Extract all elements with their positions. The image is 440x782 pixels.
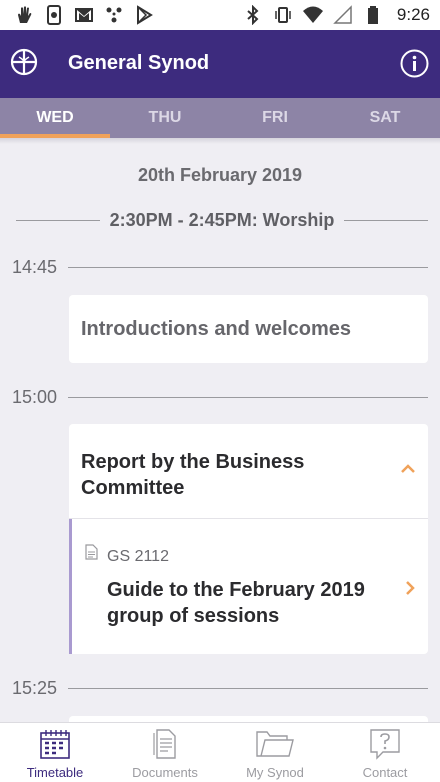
- time-line: [68, 687, 428, 689]
- day-tabs: WED THU FRI SAT: [0, 98, 440, 138]
- documents-icon: [153, 729, 176, 759]
- screen-record-icon: [47, 5, 61, 25]
- document-title[interactable]: Guide to the February 2019 group of sess…: [107, 577, 397, 629]
- battery-icon: [367, 6, 378, 24]
- info-icon[interactable]: [400, 49, 429, 78]
- bottom-nav: Timetable Documents My Synod Contact: [0, 722, 440, 782]
- session-title: Introductions and welcomes: [81, 318, 352, 340]
- nav-label: Timetable: [26, 765, 84, 780]
- chevron-right-icon[interactable]: [405, 580, 415, 596]
- time-line: [68, 266, 428, 268]
- time-label: 15:25: [12, 677, 58, 698]
- schedule-date: 20th February 2019: [137, 165, 303, 185]
- tab-wed[interactable]: WED: [0, 98, 110, 138]
- nodes-icon: [106, 7, 122, 23]
- session-title[interactable]: Report by the Business Committee: [81, 449, 361, 501]
- time-marker: 15:25: [12, 677, 428, 699]
- status-bar: 9:26: [0, 0, 440, 30]
- gmail-icon: [75, 8, 93, 22]
- tab-thu[interactable]: THU: [110, 98, 220, 138]
- hand-icon: [18, 6, 32, 23]
- time-marker: 15:00: [12, 386, 428, 408]
- chevron-up-icon[interactable]: [400, 462, 416, 474]
- app-bar: [0, 30, 440, 98]
- nav-contact[interactable]: Contact: [330, 723, 440, 782]
- nav-label: Documents: [132, 765, 198, 780]
- worship-label: 2:30PM - 2:45PM: Worship: [109, 209, 335, 230]
- divider-line: [16, 219, 100, 221]
- nav-label: My Synod: [246, 765, 304, 780]
- time-label: 14:45: [12, 256, 58, 277]
- calendar-icon: [40, 730, 70, 759]
- time-label: 15:00: [12, 386, 58, 407]
- worship-divider: 2:30PM - 2:45PM: Worship: [16, 208, 428, 232]
- nav-label: Contact: [362, 765, 408, 780]
- app-title: General Synod: [68, 52, 210, 74]
- vibrate-icon: [275, 7, 291, 23]
- church-cross-icon[interactable]: [10, 48, 38, 76]
- signal-icon: [333, 5, 352, 24]
- divider-line: [344, 219, 428, 221]
- time-marker: 14:45: [12, 256, 428, 278]
- card-divider: [69, 518, 428, 519]
- time-line: [68, 396, 428, 398]
- document-icon: [85, 544, 98, 560]
- nav-timetable[interactable]: Timetable: [0, 723, 110, 782]
- tabs-shadow: [0, 138, 440, 144]
- tab-sat[interactable]: SAT: [330, 98, 440, 138]
- play-store-icon: [137, 5, 153, 25]
- document-ref: GS 2112: [107, 548, 169, 565]
- nav-documents[interactable]: Documents: [110, 723, 220, 782]
- wifi-icon: [302, 6, 323, 23]
- bluetooth-icon: [247, 5, 259, 25]
- document-accent-bar: [69, 519, 72, 654]
- session-card-expanded: Report by the Business Committee GS 2112…: [69, 424, 428, 654]
- folder-icon: [256, 731, 294, 757]
- status-clock: 9:26: [396, 5, 430, 24]
- tab-fri[interactable]: FRI: [220, 98, 330, 138]
- session-card[interactable]: Introductions and welcomes: [69, 295, 428, 363]
- help-bubble-icon: [370, 729, 400, 760]
- nav-my-synod[interactable]: My Synod: [220, 723, 330, 782]
